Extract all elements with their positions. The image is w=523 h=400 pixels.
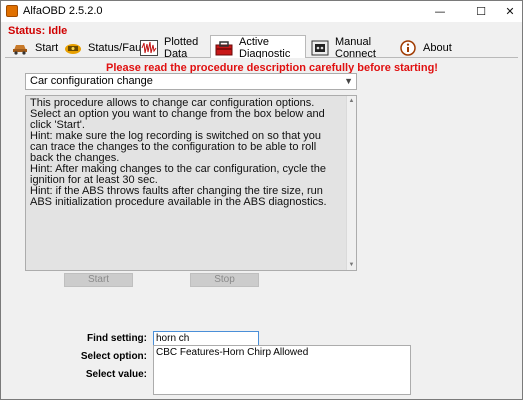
scroll-down-icon[interactable]: ▼ <box>347 260 356 270</box>
tab-active-diagnostic[interactable]: Active Diagnostic <box>210 35 306 60</box>
list-item[interactable]: CBC Features-Horn Chirp Allowed <box>156 347 308 359</box>
select-value-label: Select value: <box>85 369 147 380</box>
title-bar: AlfaOBD 2.5.2.0 — ☐ ✕ <box>1 1 522 22</box>
waveform-icon <box>140 39 158 56</box>
tab-start[interactable]: Start <box>7 37 59 58</box>
tab-about[interactable]: About <box>395 37 452 58</box>
tab-plotted-data[interactable]: Plotted Data <box>136 35 209 60</box>
start-button[interactable]: Start <box>64 273 133 287</box>
procedure-dropdown[interactable]: Car configuration change ▼ <box>25 73 357 90</box>
active-diagnostic-panel: Please read the procedure description ca… <box>6 58 518 395</box>
app-window: AlfaOBD 2.5.2.0 — ☐ ✕ Status: Idle Start… <box>0 0 523 400</box>
tab-label: Start <box>35 41 59 54</box>
procedure-description-text: This procedure allows to change car conf… <box>30 97 327 208</box>
connector-icon <box>311 40 329 56</box>
app-logo-icon <box>6 5 18 17</box>
window-title: AlfaOBD 2.5.2.0 <box>23 5 103 17</box>
maximize-button[interactable]: ☐ <box>462 1 500 22</box>
tab-manual-connect[interactable]: Manual Connect <box>307 35 392 60</box>
tab-label: About <box>423 41 452 54</box>
tab-label: Plotted Data <box>164 35 199 60</box>
procedure-selected-value: Car configuration change <box>30 75 153 87</box>
car-icon <box>11 40 29 56</box>
tab-label: Manual Connect <box>335 35 376 60</box>
scroll-up-icon[interactable]: ▲ <box>347 96 356 106</box>
description-scrollbar[interactable]: ▲ ▼ <box>346 96 356 270</box>
option-listbox[interactable]: CBC Features-Horn Chirp Allowed <box>153 345 411 395</box>
procedure-description-box: This procedure allows to change car conf… <box>25 95 357 271</box>
info-icon <box>399 39 417 56</box>
tab-strip: Start Status/Faults Plotted Data Active … <box>5 35 518 60</box>
stop-button[interactable]: Stop <box>190 273 259 287</box>
select-option-label: Select option: <box>80 351 147 362</box>
toolbox-icon <box>215 40 233 56</box>
find-setting-label: Find setting: <box>87 333 147 344</box>
ecu-icon <box>64 40 82 56</box>
tab-status-faults[interactable]: Status/Faults <box>60 37 152 58</box>
find-setting-input[interactable]: horn ch <box>153 331 259 346</box>
chevron-down-icon[interactable]: ▼ <box>344 74 353 89</box>
tab-label: Active Diagnostic <box>239 35 291 60</box>
minimize-button[interactable]: — <box>421 1 459 22</box>
close-button[interactable]: ✕ <box>498 1 522 22</box>
